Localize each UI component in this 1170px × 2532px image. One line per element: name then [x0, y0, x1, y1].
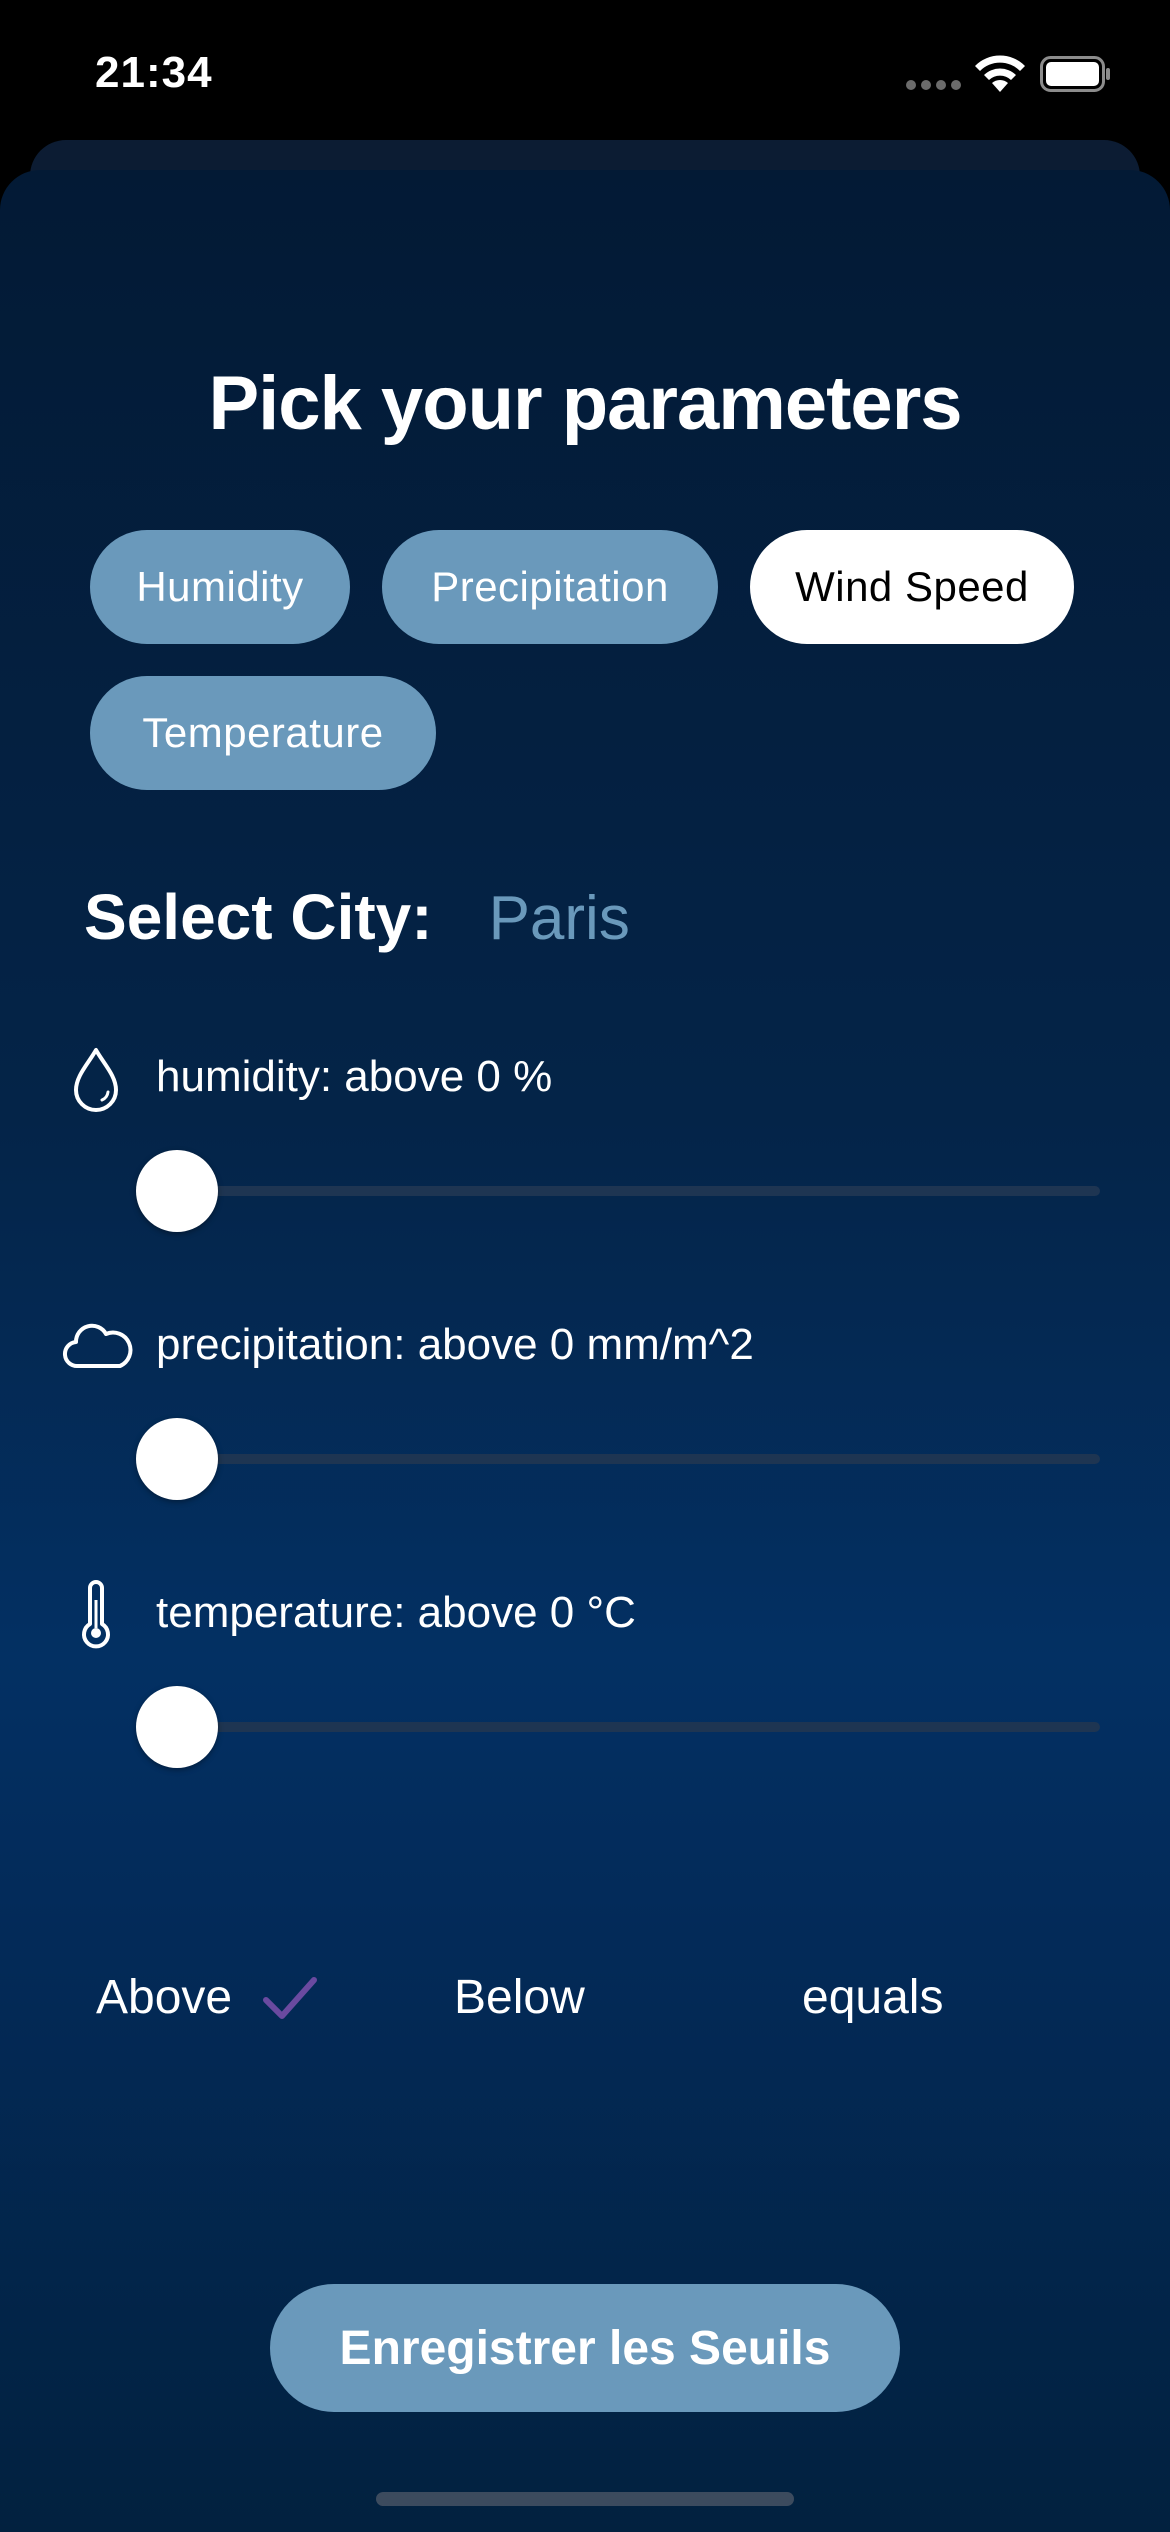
param-precipitation: precipitation: above 0 mm/m^2: [0, 1308, 1170, 1538]
param-temperature: temperature: above 0 °C: [0, 1576, 1170, 1806]
save-thresholds-button[interactable]: Enregistrer les Seuils: [270, 2284, 900, 2412]
humidity-slider-thumb[interactable]: [136, 1150, 218, 1232]
battery-icon: [1040, 56, 1110, 92]
mode-above[interactable]: Above: [96, 1970, 318, 2025]
check-icon: [263, 1976, 318, 2019]
temperature-slider-track[interactable]: [176, 1722, 1100, 1732]
mode-equals[interactable]: equals: [802, 1970, 943, 2025]
mode-below-label: Below: [454, 1971, 585, 2024]
param-label: precipitation: above 0 mm/m^2: [156, 1320, 754, 1369]
temperature-slider-thumb[interactable]: [136, 1686, 218, 1768]
param-label: humidity: above 0 %: [156, 1052, 553, 1101]
mode-below[interactable]: Below: [454, 1970, 585, 2025]
droplet-icon: [74, 1048, 118, 1112]
home-indicator: [376, 2492, 794, 2506]
status-bar: 21:34: [0, 0, 1170, 150]
chip-label: Precipitation: [431, 563, 669, 610]
app-screen: 21:34 Pick your parameters Humidity Prec…: [0, 0, 1170, 2532]
chip-humidity[interactable]: Humidity: [90, 530, 350, 644]
mode-above-label: Above: [96, 1971, 233, 2024]
chip-label: Humidity: [136, 563, 304, 610]
city-value[interactable]: Paris: [489, 883, 630, 954]
wifi-icon: [975, 55, 1025, 92]
mode-equals-label: equals: [802, 1971, 944, 2024]
parameters-sheet: Pick your parameters Humidity Precipitat…: [0, 170, 1170, 2532]
status-time: 21:34: [95, 48, 213, 97]
city-label: Select City:: [84, 881, 433, 953]
humidity-slider-track[interactable]: [176, 1186, 1100, 1196]
chip-temperature[interactable]: Temperature: [90, 676, 436, 790]
param-label: temperature: above 0 °C: [156, 1588, 636, 1637]
cloud-icon: [63, 1323, 133, 1369]
precipitation-slider-track[interactable]: [176, 1454, 1100, 1464]
param-humidity: humidity: above 0 %: [0, 1040, 1170, 1270]
chip-wind-speed[interactable]: Wind Speed: [750, 530, 1074, 644]
cellular-signal-icon: [906, 80, 961, 90]
chip-label: Temperature: [142, 709, 384, 756]
city-selector: Select City: Paris: [84, 880, 630, 954]
thermometer-icon: [82, 1580, 110, 1649]
chip-label: Wind Speed: [795, 563, 1029, 610]
chip-precipitation[interactable]: Precipitation: [382, 530, 718, 644]
comparison-mode-selector: Above Below equals: [0, 1950, 1170, 2050]
page-title: Pick your parameters: [208, 361, 962, 446]
precipitation-slider-thumb[interactable]: [136, 1418, 218, 1500]
